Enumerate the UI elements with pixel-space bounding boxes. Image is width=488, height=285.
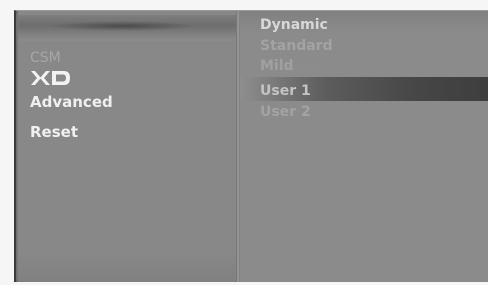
xd-logo-icon — [31, 71, 70, 85]
left-header-bar — [18, 15, 236, 41]
option-dynamic[interactable]: Dynamic — [260, 17, 328, 33]
left-menu-panel: CSM Advanced Reset — [18, 11, 236, 282]
menu-item-reset[interactable]: Reset — [30, 123, 78, 141]
menu-item-advanced[interactable]: Advanced — [30, 93, 113, 111]
menu-frame: CSM Advanced Reset Dynamic Standard Mild… — [14, 10, 488, 282]
option-user-2[interactable]: User 2 — [260, 104, 311, 120]
panel-shade — [18, 252, 236, 282]
menu-item-csm[interactable]: CSM — [30, 49, 61, 67]
right-menu-panel: Dynamic Standard Mild User 1 User 2 — [240, 11, 488, 282]
option-mild[interactable]: Mild — [260, 58, 294, 74]
option-user-1[interactable]: User 1 — [260, 83, 311, 99]
tv-screen: CSM Advanced Reset Dynamic Standard Mild… — [0, 0, 488, 285]
option-standard[interactable]: Standard — [260, 38, 333, 54]
